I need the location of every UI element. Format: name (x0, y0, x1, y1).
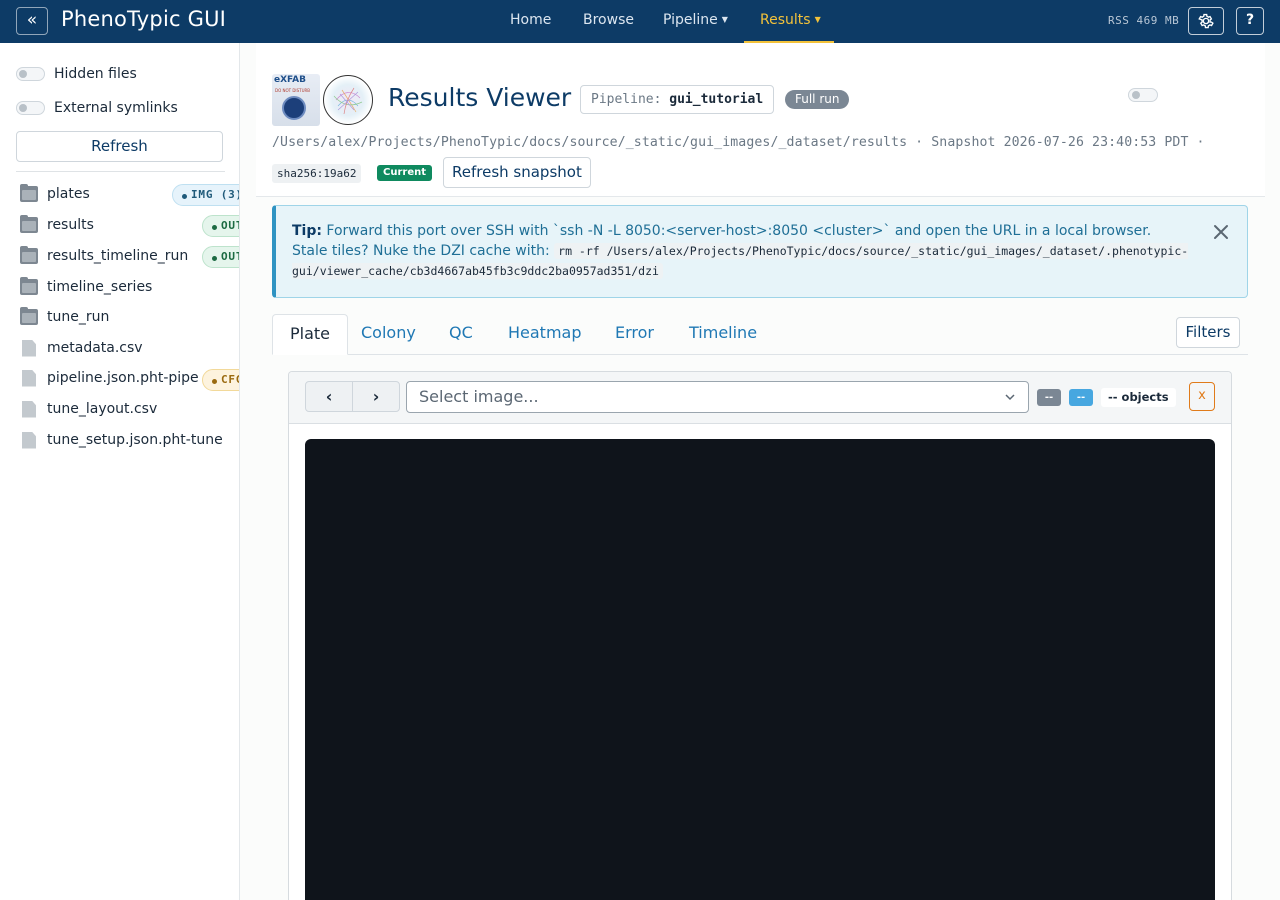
folder-icon (20, 215, 38, 233)
page-title: Results Viewer (388, 83, 572, 112)
folder-icon (20, 184, 38, 202)
clear-image-button[interactable]: x (1189, 382, 1215, 411)
close-tip-button[interactable] (1209, 220, 1233, 244)
settings-button[interactable] (1188, 7, 1224, 35)
run-mode-badge: Full run (785, 90, 850, 109)
chevron-down-icon (1005, 394, 1015, 401)
plate-image-canvas[interactable] (305, 439, 1215, 900)
image-select-placeholder: Select image... (419, 387, 539, 406)
tree-item-pipeline-json[interactable]: pipeline.json.pht-pipe (20, 367, 199, 389)
app-brand[interactable]: PhenoTypic GUI (61, 7, 226, 31)
viewer-toolbar: ‹ › Select image... -- -- -- objects x (289, 372, 1231, 424)
tree-item-tune-run[interactable]: tune_run (20, 306, 109, 328)
count-chip-blue: -- (1069, 389, 1093, 406)
tab-plate[interactable]: Plate (272, 314, 349, 355)
file-icon (22, 369, 36, 387)
tree-item-results-timeline-run[interactable]: results_timeline_run (20, 245, 188, 267)
refresh-snapshot-button[interactable]: Refresh snapshot (443, 157, 591, 188)
tree-item-results[interactable]: results (20, 214, 94, 236)
plate-viewer-panel: ‹ › Select image... -- -- -- objects x (288, 371, 1232, 900)
file-icon (22, 400, 36, 418)
caret-down-icon: ▼ (721, 15, 728, 24)
file-browser-sidebar: Hidden files External symlinks Refresh p… (0, 43, 240, 900)
seal-icon (282, 96, 306, 120)
nav-browse[interactable]: Browse (567, 0, 650, 43)
tree-item-metadata-csv[interactable]: metadata.csv (20, 337, 143, 359)
object-count: -- objects (1101, 388, 1176, 407)
top-navbar: « PhenoTypic GUI Home Browse Pipeline ▼ R… (0, 0, 1280, 43)
pipeline-pill: Pipeline: gui_tutorial (580, 85, 775, 114)
refresh-button[interactable]: Refresh (16, 131, 223, 162)
output-badge: OUT (202, 215, 239, 237)
results-path: /Users/alex/Projects/PhenoTypic/docs/sou… (272, 135, 1205, 150)
count-chip-grey: -- (1037, 389, 1061, 406)
folder-icon (20, 277, 38, 295)
tip-alert: Tip: Forward this port over SSH with `ss… (272, 205, 1248, 298)
next-image-button[interactable]: › (352, 382, 399, 411)
tab-heatmap[interactable]: Heatmap (491, 314, 599, 355)
help-button[interactable]: ? (1236, 7, 1264, 35)
close-icon (1214, 225, 1228, 239)
folder-icon (20, 307, 38, 325)
sidebar-collapse-button[interactable]: « (16, 7, 48, 35)
nav-home[interactable]: Home (494, 0, 567, 43)
image-select[interactable]: Select image... (406, 381, 1029, 413)
folder-icon (20, 246, 38, 264)
current-badge: Current (377, 165, 433, 181)
nav-pipeline[interactable]: Pipeline ▼ (647, 0, 744, 43)
tab-timeline[interactable]: Timeline (672, 314, 774, 355)
nav-results[interactable]: Results ▼ (744, 0, 834, 43)
results-tabs: Plate Colony QC Heatmap Error Timeline F… (272, 314, 1248, 355)
tab-qc[interactable]: QC (432, 314, 490, 355)
colony-network-icon (333, 87, 363, 115)
hidden-files-label: Hidden files (54, 66, 137, 82)
memory-rss-readout: RSS 469 MB (1108, 14, 1180, 27)
prev-image-button[interactable]: ‹ (306, 382, 352, 411)
img-count-badge: IMG (3) (172, 184, 239, 206)
gear-icon (1198, 13, 1214, 29)
filters-button[interactable]: Filters (1176, 317, 1240, 348)
app-logo (323, 75, 373, 125)
external-symlinks-label: External symlinks (54, 100, 178, 116)
caret-down-icon: ▼ (814, 15, 821, 24)
output-badge: OUT (202, 246, 239, 268)
external-symlinks-toggle[interactable] (16, 101, 45, 115)
sidebar-divider (16, 171, 225, 172)
tree-item-timeline-series[interactable]: timeline_series (20, 276, 152, 298)
snapshot-sha: sha256:19a62 (272, 164, 362, 183)
file-icon (22, 339, 36, 357)
external-symlinks-toggle-row[interactable]: External symlinks (16, 98, 178, 118)
tree-item-tune-layout-csv[interactable]: tune_layout.csv (20, 398, 157, 420)
config-badge: CFG (202, 369, 239, 391)
header-toggle[interactable] (1128, 88, 1158, 102)
lab-logo: eXFAB DO NOT DISTURB (272, 74, 320, 126)
image-nav-group: ‹ › (305, 381, 400, 412)
hidden-files-toggle[interactable] (16, 67, 45, 81)
file-icon (22, 431, 36, 449)
hidden-files-toggle-row[interactable]: Hidden files (16, 64, 137, 84)
results-header: eXFAB DO NOT DISTURB Results Viewer Pipe… (256, 43, 1265, 197)
tree-item-plates[interactable]: plates (20, 183, 90, 205)
tab-colony[interactable]: Colony (344, 314, 433, 355)
tree-item-tune-setup-json[interactable]: tune_setup.json.pht-tune (20, 429, 223, 451)
tab-error[interactable]: Error (598, 314, 671, 355)
